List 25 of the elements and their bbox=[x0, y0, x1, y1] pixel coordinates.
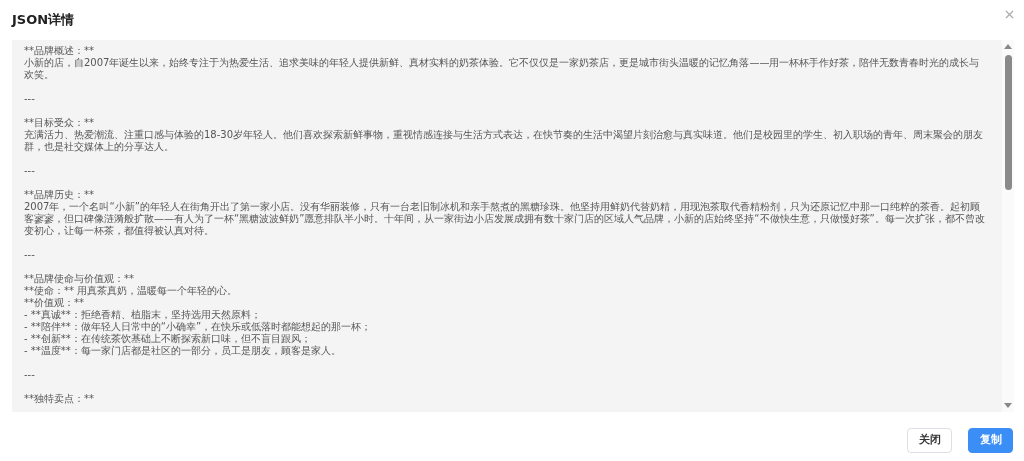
dialog-title: JSON详情 bbox=[12, 11, 75, 30]
json-text-line: **使命：** 用真茶真奶，温暖每一个年轻的心。 bbox=[24, 285, 239, 297]
json-text-line: **独特卖点：** bbox=[24, 393, 95, 405]
scroll-up-icon[interactable] bbox=[1004, 44, 1012, 49]
json-text-line: **品牌概述：** bbox=[24, 45, 95, 57]
json-text-line: --- bbox=[24, 369, 36, 381]
json-text-line: - **创新**：在传统茶饮基础上不断探索新口味，但不盲目跟风； bbox=[24, 333, 312, 345]
json-text-line: 2007年，一个名叫“小新”的年轻人在街角开出了第一家小店。没有华丽装修，只有一台老旧制冰机和亲手熬煮的黑糖珍珠。他坚持用鲜奶代替奶精，用现泡茶取代香精粉剂，只为还原记忆中那一口纯粹的茶香。起初顾客寥寥，但口碑像涟漪般扩散——有人为了一杯“黑糖波波鲜奶”愿意排队半小时。十年间，从一家街边小店发展成拥有数十家门店的区域人气品牌，小新的店始终坚持“不做快生意，只做慢好茶”。每一次扩张，都不曾改变初心，让每一杯茶，都值得被认真对待。 bbox=[24, 201, 986, 237]
scrollbar[interactable] bbox=[1002, 40, 1014, 412]
json-text-line: - **温度**：每一家门店都是社区的一部分，员工是朋友，顾客是家人。 bbox=[24, 345, 342, 357]
json-text-line: - **真诚**：拒绝香精、植脂末，坚持选用天然原料； bbox=[24, 309, 262, 321]
scrollbar-thumb[interactable] bbox=[1004, 55, 1012, 190]
close-icon[interactable] bbox=[1005, 9, 1014, 19]
json-text-line: 充满活力、热爱潮流、注重口感与体验的18-30岁年轻人。他们喜欢探索新鲜事物，重视情感连接与生活方式表达，在快节奏的生活中渴望片刻治愈与真实味道。他们是校园里的学生、初入职场的青年、周末聚会的朋友群，也是社交媒体上的分享达人。 bbox=[24, 129, 985, 153]
json-text-line: **品牌历史：** bbox=[24, 189, 95, 201]
scroll-down-icon[interactable] bbox=[1004, 403, 1012, 408]
json-text-line: --- bbox=[24, 93, 36, 105]
close-button[interactable]: 关闭 bbox=[907, 428, 952, 453]
json-text-line: - **陪伴**：做年轻人日常中的“小确幸”，在快乐或低落时都能想起的那一杯； bbox=[24, 321, 373, 333]
json-text-line: **价值观：** bbox=[24, 297, 85, 309]
json-text-line: 小新的店，自2007年诞生以来，始终专注于为热爱生活、追求美味的年轻人提供新鲜、真材实料的奶茶体验。它不仅仅是一家奶茶店，更是城市街头温暖的记忆角落——用一杯杯手作好茶，陪伴无数青春时光的成长与欢笑。 bbox=[24, 57, 981, 81]
json-text-line: --- bbox=[24, 165, 36, 177]
json-text-line: --- bbox=[24, 249, 36, 261]
json-text-line: **品牌使命与价值观：** bbox=[24, 273, 135, 285]
json-text-line: **目标受众：** bbox=[24, 117, 95, 129]
